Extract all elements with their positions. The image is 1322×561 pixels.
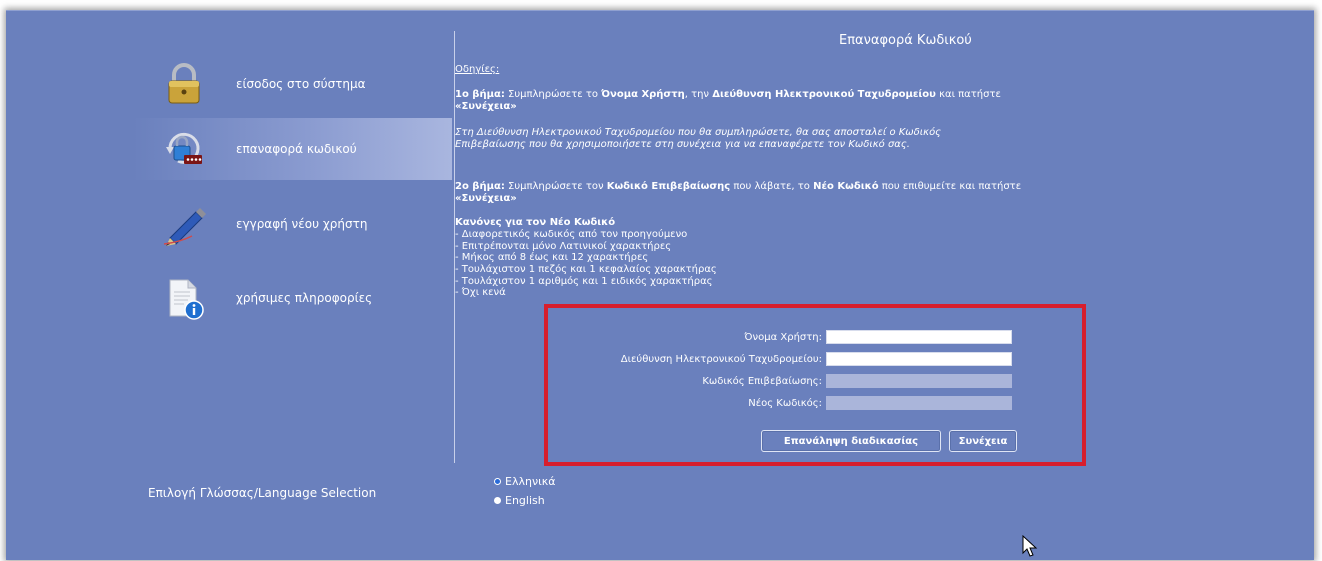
- confirm-code-label: Κωδικός Επιβεβαίωσης:: [702, 375, 822, 387]
- instructions-label: Οδηγίες:: [455, 64, 500, 75]
- rules-title: Κανόνες για τον Νέο Κωδικό: [455, 217, 616, 228]
- info-document-icon: [162, 276, 206, 320]
- step2-text: 2ο βήμα: Συμπληρώσετε τον Κωδικό Επιβεβα…: [455, 181, 1022, 204]
- step1-note: Στη Διεύθυνση Ηλεκτρονικού Ταχυδρομείου …: [455, 127, 942, 150]
- page-frame: είσοδος στο σύστημα επαναφορά κωδικού εγ…: [6, 10, 1314, 560]
- language-option-label: English: [505, 494, 545, 507]
- sidebar-item-login[interactable]: είσοδος στο σύστημα: [132, 53, 452, 115]
- continue-button[interactable]: Συνέχεια: [949, 430, 1017, 452]
- sidebar-item-register[interactable]: εγγραφή νέου χρήστη: [132, 193, 452, 255]
- rule-item: - Μήκος από 8 έως και 12 χαρακτήρες: [455, 252, 649, 264]
- confirm-code-input[interactable]: [826, 374, 1012, 388]
- language-label: Επιλογή Γλώσσας/Language Selection: [148, 486, 377, 500]
- sidebar-item-label: χρήσιμες πληροφορίες: [236, 291, 373, 305]
- mouse-cursor-icon: [1022, 534, 1038, 561]
- username-input[interactable]: [826, 330, 1012, 344]
- page-title: Επαναφορά Κωδικού: [839, 33, 972, 48]
- new-password-label: Νέος Κωδικός:: [748, 397, 822, 409]
- language-option-label: Ελληνικά: [505, 475, 556, 488]
- sidebar-item-reset-password[interactable]: επαναφορά κωδικού: [132, 118, 452, 180]
- sidebar: είσοδος στο σύστημα επαναφορά κωδικού εγ…: [6, 11, 452, 471]
- reset-password-icon: [162, 127, 206, 171]
- new-password-row: Νέος Κωδικός:: [748, 396, 1012, 410]
- email-label: Διεύθυνση Ηλεκτρονικού Ταχυδρομείου:: [620, 353, 822, 365]
- radio-selected-icon[interactable]: [494, 478, 501, 485]
- sidebar-item-useful-info[interactable]: χρήσιμες πληροφορίες: [132, 267, 452, 329]
- sidebar-item-label: επαναφορά κωδικού: [236, 142, 357, 156]
- repeat-process-button[interactable]: Επανάληψη διαδικασίας: [761, 430, 941, 452]
- rule-item: - Τουλάχιστον 1 πεζός και 1 κεφαλαίος χα…: [455, 264, 717, 276]
- step1-text: 1ο βήμα: Συμπληρώσετε το Όνομα Χρήστη, τ…: [455, 89, 1001, 112]
- email-input[interactable]: [826, 352, 1012, 366]
- username-row: Όνομα Χρήστη:: [744, 330, 1012, 344]
- language-option-greek[interactable]: Ελληνικά: [494, 475, 556, 488]
- rule-item: - Τουλάχιστον 1 αριθμός και 1 ειδικός χα…: [455, 275, 713, 287]
- confirm-code-row: Κωδικός Επιβεβαίωσης:: [702, 374, 1012, 388]
- rule-item: - Διαφορετικός κωδικός από τον προηγούμε…: [455, 229, 688, 240]
- language-option-english[interactable]: English: [494, 494, 545, 507]
- rule-item: - Επιτρέπονται μόνο Λατινικοί χαρακτήρες: [455, 240, 672, 252]
- sidebar-item-label: είσοδος στο σύστημα: [236, 77, 366, 91]
- pen-icon: [162, 202, 206, 246]
- padlock-icon: [162, 62, 206, 106]
- email-row: Διεύθυνση Ηλεκτρονικού Ταχυδρομείου:: [621, 352, 1012, 366]
- new-password-input[interactable]: [826, 396, 1012, 410]
- sidebar-item-label: εγγραφή νέου χρήστη: [236, 217, 368, 231]
- reset-form: Όνομα Χρήστη: Διεύθυνση Ηλεκτρονικού Ταχ…: [544, 304, 1086, 466]
- radio-unselected-icon[interactable]: [494, 497, 501, 504]
- username-label: Όνομα Χρήστη:: [744, 331, 822, 343]
- rules-list: - Διαφορετικός κωδικός από τον προηγούμε…: [455, 229, 1035, 299]
- rule-item: - Όχι κενά: [455, 287, 506, 299]
